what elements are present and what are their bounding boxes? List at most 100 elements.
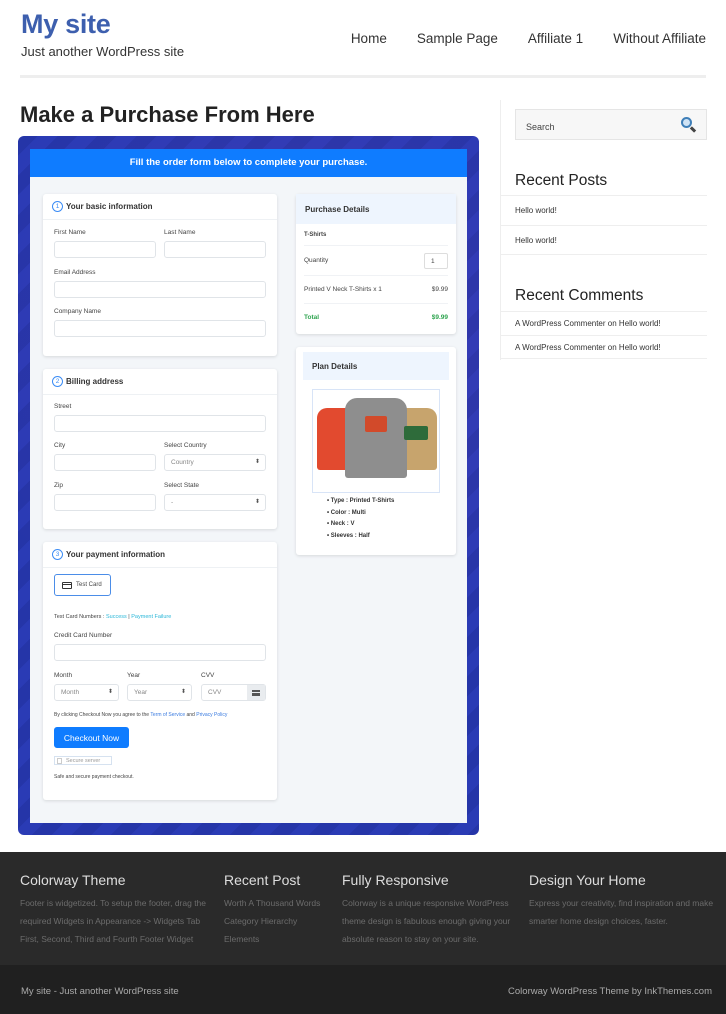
success-link[interactable]: Success [106, 614, 127, 620]
payment-card: 3 Your payment information Test Card Test… [43, 542, 277, 800]
comment-on: on [607, 343, 617, 352]
footer-text: Colorway is a unique responsive WordPres… [342, 898, 509, 908]
first-name-input[interactable] [54, 241, 156, 258]
copyright: My site - Just another WordPress site [21, 986, 179, 997]
line-item-price: $9.99 [431, 286, 448, 293]
street-label: Street [54, 403, 72, 410]
test-numbers-label: Test Card Numbers : [54, 614, 105, 620]
step-3-icon: 3 [52, 549, 63, 560]
footer-text: absolute reason to stay on your site. [342, 934, 479, 944]
last-name-input[interactable] [164, 241, 266, 258]
quantity-input[interactable]: 1 [424, 252, 448, 269]
terms-prefix: By clicking Checkout Now you agree to th… [54, 712, 150, 718]
first-name-label: First Name [54, 229, 86, 236]
product-group: T-Shirts [304, 224, 448, 246]
zip-input[interactable] [54, 494, 156, 511]
test-card-label: Test Card [76, 582, 102, 588]
year-select[interactable]: Year [127, 684, 192, 701]
page-title: Make a Purchase From Here [20, 102, 315, 127]
line-item-row: Printed V Neck T-Shirts x 1 $9.99 [304, 276, 448, 304]
street-input[interactable] [54, 415, 266, 432]
city-input[interactable] [54, 454, 156, 471]
nav-affiliate-1[interactable]: Affiliate 1 [528, 31, 583, 46]
site-title[interactable]: My site [21, 9, 111, 40]
cc-number-input[interactable] [54, 644, 266, 661]
footer-col-title: Colorway Theme [20, 872, 126, 888]
footer-bottom: My site - Just another WordPress site Co… [0, 965, 726, 1014]
comment-post-link[interactable]: Hello world! [619, 319, 661, 328]
recent-post-link[interactable]: Hello world! [501, 225, 707, 255]
footer-col-recent-post: Recent Post Worth A Thousand Words Categ… [224, 872, 320, 948]
comment-author[interactable]: A WordPress Commenter [515, 319, 606, 328]
footer-col-responsive: Fully Responsive Colorway is a unique re… [342, 872, 510, 948]
nav-without-affiliate[interactable]: Without Affiliate [613, 31, 706, 46]
comment-author[interactable]: A WordPress Commenter [515, 343, 606, 352]
form-banner: Fill the order form below to complete yo… [30, 149, 467, 177]
order-form: Fill the order form below to complete yo… [30, 149, 467, 823]
basic-info-card: 1 Your basic information First Name Last … [43, 194, 277, 356]
company-label: Company Name [54, 308, 101, 315]
purchase-details-header: Purchase Details [296, 194, 456, 224]
quantity-label: Quantity [304, 257, 329, 264]
email-input[interactable] [54, 281, 266, 298]
sidebar: Search Recent Posts Hello world! Hello w… [500, 100, 707, 360]
company-input[interactable] [54, 320, 266, 337]
recent-comment: A WordPress Commenter on Hello world! [501, 335, 707, 359]
billing-header: 2 Billing address [43, 369, 277, 395]
secure-server-badge: Secure server [54, 756, 112, 765]
footer-post-link[interactable]: Worth A Thousand Words [224, 894, 320, 912]
total-label: Total [304, 313, 320, 321]
billing-card: 2 Billing address Street City Select Coun… [43, 369, 277, 529]
spec-item: • Neck : V [327, 521, 355, 527]
city-label: City [54, 442, 66, 449]
product-group-label: T-Shirts [304, 231, 327, 238]
total-row: Total $9.99 [304, 304, 448, 330]
month-select[interactable]: Month [54, 684, 119, 701]
country-label: Select Country [164, 442, 207, 449]
theme-credit[interactable]: Colorway WordPress Theme by InkThemes.co… [508, 986, 712, 997]
recent-posts-title: Recent Posts [515, 172, 608, 189]
recent-comment: A WordPress Commenter on Hello world! [501, 311, 707, 335]
tshirt-image [312, 389, 440, 493]
country-select[interactable]: Country [164, 454, 266, 471]
comment-post-link[interactable]: Hello world! [619, 343, 661, 352]
plan-specs-list: • Type : Printed T-Shirts • Color : Mult… [327, 496, 394, 542]
footer-post-link[interactable]: Category Hierarchy [224, 912, 320, 930]
plan-details-card: Plan Details • Type : Printed T-Shirts •… [296, 347, 456, 555]
failure-link[interactable]: Payment Failure [131, 614, 171, 620]
state-select[interactable]: - [164, 494, 266, 511]
search-input[interactable]: Search [515, 109, 707, 140]
footer-text: Express your creativity, find inspiratio… [529, 898, 714, 908]
terms-and: and [186, 712, 195, 718]
spec-item: • Type : Printed T-Shirts [327, 498, 395, 504]
footer-col-colorway: Colorway Theme Footer is widgetized. To … [20, 872, 206, 948]
footer-col-title: Design Your Home [529, 872, 646, 888]
line-item-name: Printed V Neck T-Shirts x 1 [304, 286, 382, 293]
privacy-link[interactable]: Privacy Policy [196, 712, 227, 718]
footer-text: theme design is fabulous enough giving y… [342, 916, 511, 926]
step-2-icon: 2 [52, 376, 63, 387]
separator: | [128, 614, 130, 620]
payment-header: 3 Your payment information [43, 542, 277, 568]
nav-sample-page[interactable]: Sample Page [417, 31, 498, 46]
recent-post-link[interactable]: Hello world! [501, 195, 707, 225]
site-header: My site Just another WordPress site Home… [0, 0, 726, 80]
month-label: Month [54, 672, 73, 679]
step-1-icon: 1 [52, 201, 63, 212]
footer-col-design: Design Your Home Express your creativity… [529, 872, 713, 930]
quantity-row: Quantity 1 [304, 246, 448, 276]
checkout-button[interactable]: Checkout Now [54, 727, 129, 748]
spec-item: • Color : Multi [327, 509, 366, 516]
nav-home[interactable]: Home [351, 31, 387, 46]
terms-link[interactable]: Term of Service [150, 712, 185, 718]
footer-post-link[interactable]: Elements [224, 930, 320, 948]
state-label: Select State [164, 482, 200, 489]
comment-on: on [607, 319, 617, 328]
test-card-option[interactable]: Test Card [54, 574, 111, 596]
checkout-frame: Fill the order form below to complete yo… [18, 136, 479, 835]
footer-text: First, Second, Third and Fourth Footer W… [20, 934, 194, 944]
footer-col-title: Fully Responsive [342, 872, 449, 888]
basic-info-header: 1 Your basic information [43, 194, 277, 220]
cc-label: Credit Card Number [54, 632, 113, 639]
credit-card-icon [62, 581, 72, 589]
